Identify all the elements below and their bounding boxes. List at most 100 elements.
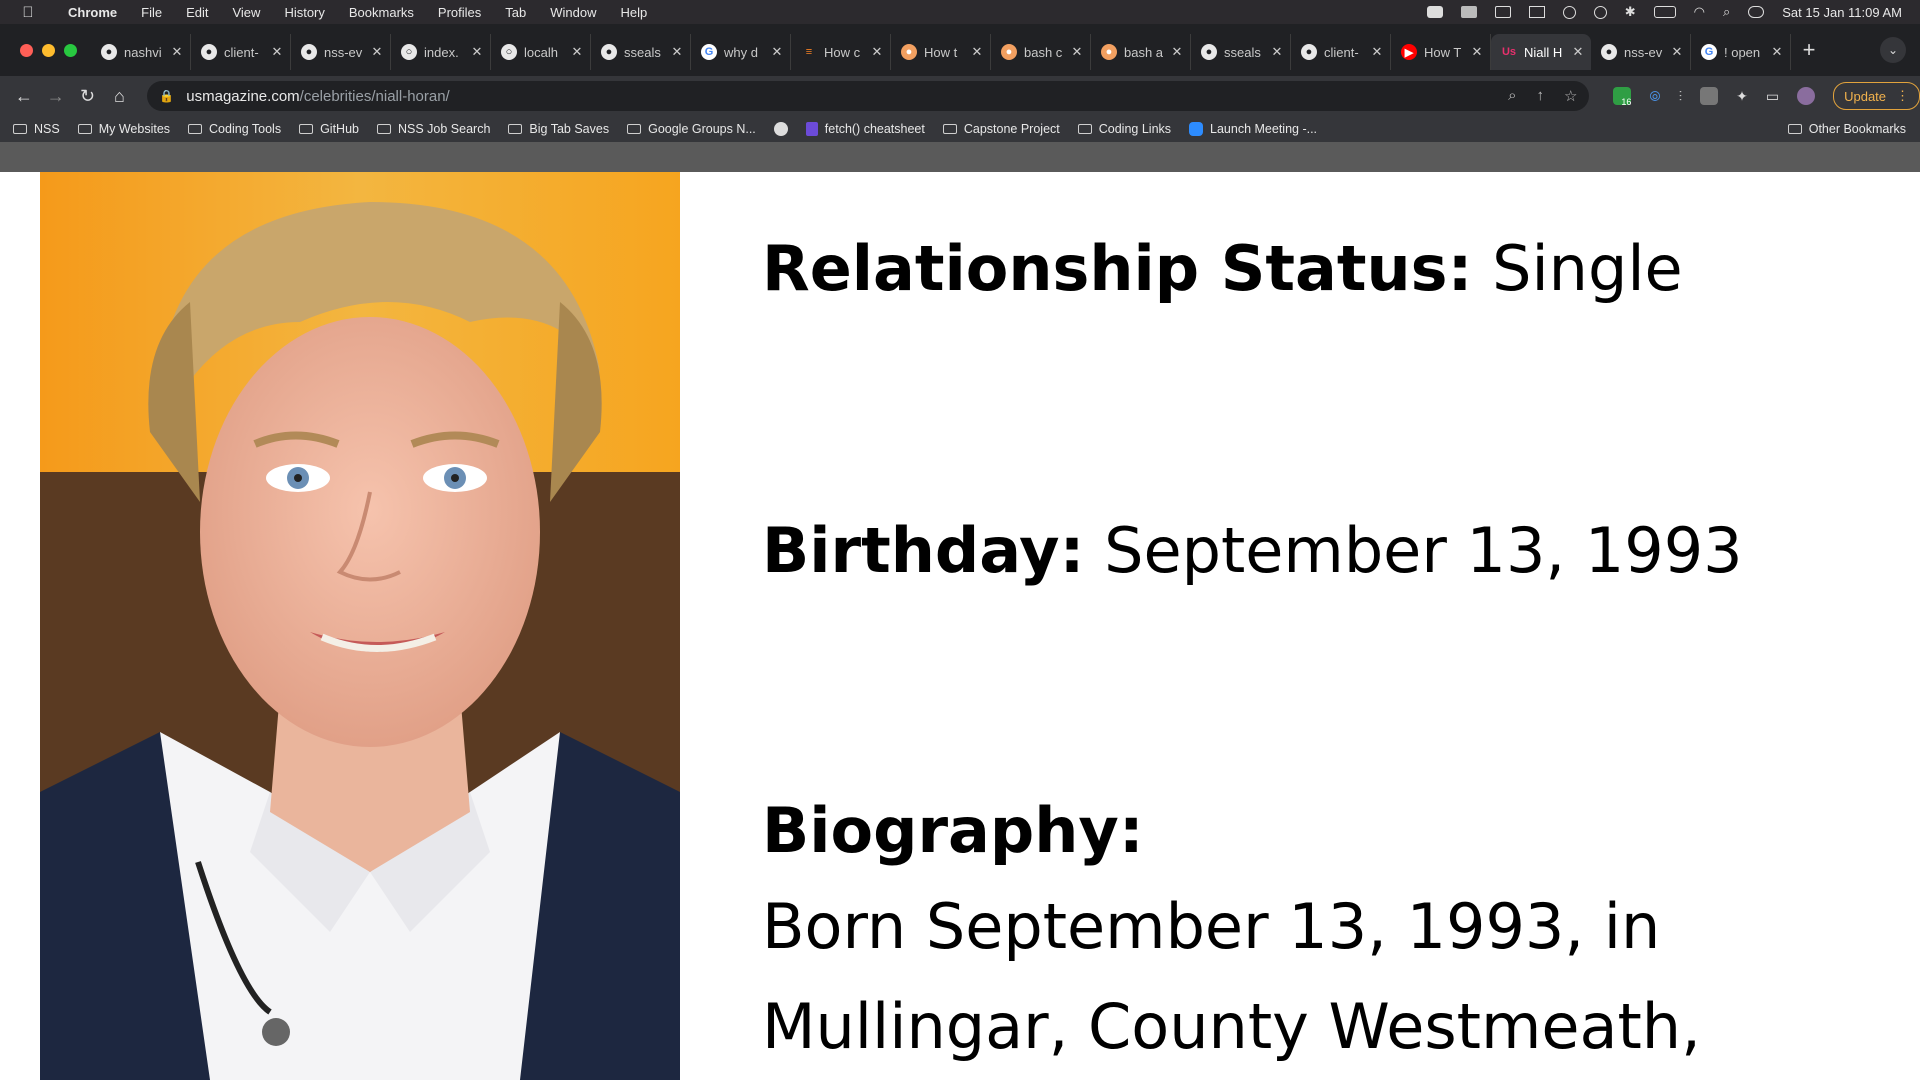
bookmark-item[interactable]: NSS Job Search (368, 122, 499, 136)
close-tab-icon[interactable]: ✕ (470, 44, 484, 60)
menu-edit[interactable]: Edit (174, 5, 220, 20)
menu-tab[interactable]: Tab (493, 5, 538, 20)
tab-label: why d (724, 44, 758, 60)
browser-tab[interactable]: ○ index. ✕ (391, 34, 491, 70)
spotlight-search-icon[interactable]: ⌕ (1723, 4, 1730, 20)
sound-extension-icon[interactable]: ⦾ (1649, 88, 1660, 105)
browser-tab[interactable]: ○ localh ✕ (491, 34, 591, 70)
windows-icon[interactable] (1528, 6, 1545, 18)
zoom-window-button[interactable] (64, 43, 77, 57)
cast-icon[interactable]: ▭ (1766, 88, 1779, 105)
close-tab-icon[interactable]: ✕ (1571, 44, 1585, 60)
browser-tab[interactable]: ● nss-ev ✕ (1591, 34, 1691, 70)
address-bar[interactable]: 🔒 usmagazine.com/celebrities/niall-horan… (147, 81, 1590, 111)
back-arrow-icon[interactable]: ← (8, 86, 40, 107)
close-window-button[interactable] (20, 43, 33, 57)
browser-tab[interactable]: ● How t ✕ (891, 34, 991, 70)
time-machine-icon[interactable] (1562, 5, 1576, 19)
menu-window[interactable]: Window (538, 5, 608, 20)
keyboard-icon[interactable] (1494, 6, 1511, 18)
other-bookmarks[interactable]: Other Bookmarks (1779, 122, 1920, 136)
menu-history[interactable]: History (272, 5, 336, 20)
browser-tab[interactable]: ● sseals ✕ (591, 34, 691, 70)
bookmark-item[interactable]: NSS (4, 122, 69, 136)
bookmark-item[interactable]: fetch() cheatsheet (797, 122, 934, 136)
profile-avatar[interactable] (1797, 87, 1816, 105)
clock[interactable]: Sat 15 Jan 11:09 AM (1782, 5, 1902, 20)
puzzle-extensions-icon[interactable]: ✦ (1736, 88, 1748, 105)
close-tab-icon[interactable]: ✕ (1770, 44, 1784, 60)
close-tab-icon[interactable]: ✕ (1170, 44, 1184, 60)
equalizer-extension-icon[interactable]: ⫶ (1679, 88, 1683, 105)
menu-file[interactable]: File (129, 5, 174, 20)
lock-icon[interactable]: 🔒 (159, 89, 174, 103)
minimize-window-button[interactable] (42, 43, 55, 57)
tab-label: How t (924, 44, 958, 60)
close-tab-icon[interactable]: ✕ (270, 44, 284, 60)
forward-arrow-icon[interactable]: → (40, 86, 72, 107)
bookmark-item[interactable]: GitHub (290, 122, 368, 136)
web-page: Relationship Status: Single Birthday: Se… (0, 172, 1920, 1080)
tab-label: ! open (1724, 44, 1761, 60)
update-button[interactable]: Update ⋮ (1833, 82, 1920, 110)
share-icon[interactable]: ↑ (1536, 87, 1544, 105)
browser-tab[interactable]: ● nashvi ✕ (91, 34, 191, 70)
zoom-status-icon[interactable] (1426, 6, 1443, 18)
tab-label: client- (1324, 44, 1359, 60)
close-tab-icon[interactable]: ✕ (570, 44, 584, 60)
browser-tab[interactable]: G ! open ✕ (1691, 34, 1791, 70)
browser-tab[interactable]: ● bash c ✕ (991, 34, 1091, 70)
kebab-menu-icon[interactable]: ⋮ (1896, 88, 1909, 104)
bookmark-item[interactable]: My Websites (69, 122, 179, 136)
menu-profiles[interactable]: Profiles (426, 5, 493, 20)
menu-app-chrome[interactable]: Chrome (56, 5, 129, 20)
close-tab-icon[interactable]: ✕ (670, 44, 684, 60)
url-text[interactable]: usmagazine.com/celebrities/niall-horan/ (186, 88, 449, 105)
reload-icon[interactable]: ↻ (72, 86, 104, 107)
adblock-extension-icon[interactable]: 16 (1613, 87, 1631, 107)
birthday-value: September 13, 1993 (1104, 514, 1743, 587)
close-tab-icon[interactable]: ✕ (1670, 44, 1684, 60)
close-tab-icon[interactable]: ✕ (870, 44, 884, 60)
play-icon[interactable] (1593, 5, 1607, 19)
browser-tab[interactable]: ● client- ✕ (191, 34, 291, 70)
close-tab-icon[interactable]: ✕ (970, 44, 984, 60)
wifi-icon[interactable]: ◠ (1694, 4, 1705, 20)
browser-tab[interactable]: Us Niall H ✕ (1491, 34, 1591, 70)
control-center-icon[interactable] (1748, 6, 1765, 18)
browser-tab[interactable]: ≡ How c ✕ (791, 34, 891, 70)
browser-tab[interactable]: ▶ How T ✕ (1391, 34, 1491, 70)
bookmark-item[interactable]: Coding Tools (179, 122, 290, 136)
close-tab-icon[interactable]: ✕ (1370, 44, 1384, 60)
close-tab-icon[interactable]: ✕ (170, 44, 184, 60)
bookmark-item[interactable]: Capstone Project (934, 122, 1069, 136)
close-tab-icon[interactable]: ✕ (1470, 44, 1484, 60)
dropbox-icon[interactable] (1460, 6, 1477, 18)
bookmark-item[interactable]: Google Groups N... (618, 122, 765, 136)
close-tab-icon[interactable]: ✕ (1070, 44, 1084, 60)
close-tab-icon[interactable]: ✕ (370, 44, 384, 60)
browser-tab[interactable]: ● sseals ✕ (1191, 34, 1291, 70)
zoom-icon[interactable]: ⌕ (1508, 87, 1516, 105)
bookmark-item[interactable]: Coding Links (1069, 122, 1180, 136)
battery-icon[interactable] (1653, 6, 1676, 18)
bookmark-item[interactable] (765, 122, 797, 136)
browser-tab[interactable]: Gwhy d ✕ (691, 34, 791, 70)
home-icon[interactable]: ⌂ (103, 86, 135, 107)
new-tab-button[interactable]: + (1791, 37, 1827, 63)
menu-help[interactable]: Help (609, 5, 660, 20)
bookmark-item[interactable]: Launch Meeting -... (1180, 122, 1326, 136)
tab-search-button[interactable]: ⌄ (1880, 37, 1906, 63)
close-tab-icon[interactable]: ✕ (770, 44, 784, 60)
k-extension-icon[interactable] (1700, 87, 1719, 105)
bookmark-star-icon[interactable]: ☆ (1564, 87, 1577, 105)
browser-tab[interactable]: ● nss-ev ✕ (291, 34, 391, 70)
browser-tab[interactable]: ● bash a ✕ (1091, 34, 1191, 70)
menu-view[interactable]: View (220, 5, 272, 20)
menu-bookmarks[interactable]: Bookmarks (337, 5, 426, 20)
browser-tab[interactable]: ● client- ✕ (1291, 34, 1391, 70)
apple-menu-icon[interactable]:  (0, 4, 56, 21)
close-tab-icon[interactable]: ✕ (1270, 44, 1284, 60)
bluetooth-icon[interactable]: ✱ (1625, 4, 1636, 20)
bookmark-item[interactable]: Big Tab Saves (499, 122, 618, 136)
